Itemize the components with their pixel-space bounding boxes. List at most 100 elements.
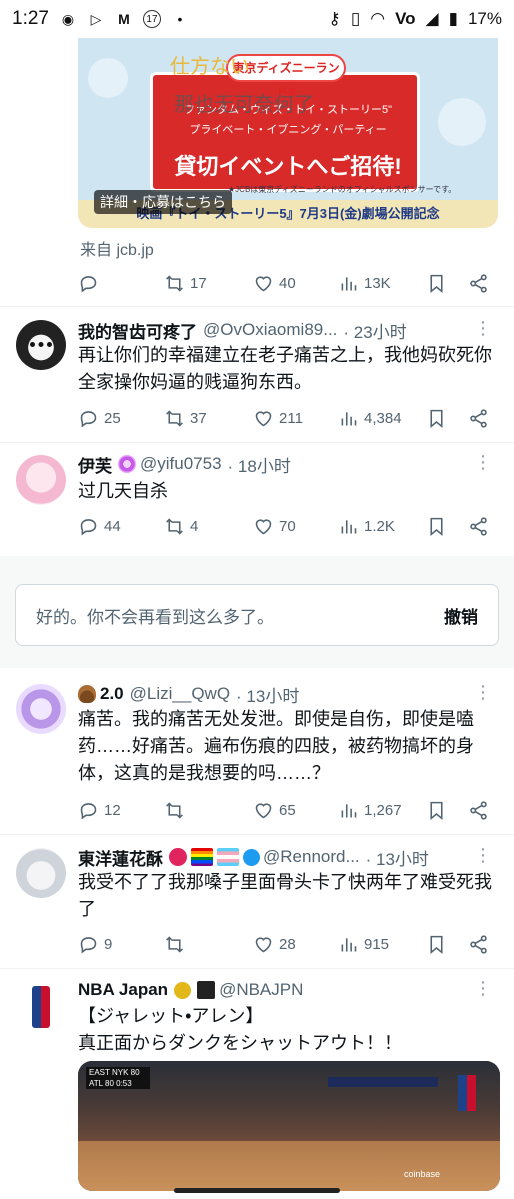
tweet-time[interactable]: · 23小时: [343, 318, 406, 343]
like-button[interactable]: 70: [253, 516, 296, 537]
notice-message: 好的。你不会再看到这么多了。: [36, 607, 274, 627]
share-button[interactable]: [468, 800, 489, 821]
user-handle[interactable]: @yifu0753: [140, 454, 222, 474]
tweet-header: 2.0 @Lizi__QwQ · 13小时 ⋮: [78, 682, 498, 706]
divider: [0, 306, 514, 307]
like-count: 28: [279, 935, 296, 953]
detail-chip[interactable]: 詳細・応募はこちら: [94, 190, 232, 214]
like-button[interactable]: 28: [253, 934, 296, 955]
like-button[interactable]: 40: [253, 273, 296, 294]
more-icon[interactable]: ⋮: [474, 682, 492, 703]
retweet-icon: [166, 517, 183, 535]
retweet-button[interactable]: 17: [164, 273, 207, 294]
tweet-time[interactable]: · 13小时: [366, 845, 429, 870]
views-button[interactable]: 1.2K: [338, 516, 395, 537]
bookmark-icon: [430, 935, 443, 954]
views-button[interactable]: 13K: [338, 273, 391, 294]
views-icon: [341, 519, 357, 533]
gold-verified-badge-icon: [174, 981, 192, 999]
user-handle[interactable]: @Rennord...: [263, 847, 360, 867]
views-icon: [341, 803, 357, 817]
user-handle[interactable]: @NBAJPN: [219, 980, 303, 1000]
views-button[interactable]: 4,384: [338, 408, 402, 429]
heart-icon: [255, 936, 272, 952]
avatar[interactable]: [16, 320, 66, 370]
undo-button[interactable]: 撤销: [444, 603, 478, 628]
share-button[interactable]: [468, 934, 489, 955]
more-icon[interactable]: ⋮: [474, 978, 492, 999]
like-button[interactable]: 65: [253, 800, 296, 821]
share-icon: [470, 408, 487, 428]
hidden-tweet-notice: 好的。你不会再看到这么多了。 撤销: [15, 584, 499, 646]
retweet-button[interactable]: [164, 800, 185, 821]
wifi-icon: ◠: [370, 9, 386, 28]
battery-icon: ▮: [448, 9, 458, 28]
arena-banner: [328, 1077, 438, 1087]
share-button[interactable]: [468, 408, 489, 429]
reply-count: 44: [104, 517, 121, 535]
bookmark-button[interactable]: [426, 408, 447, 429]
bookmark-button[interactable]: [426, 516, 447, 537]
like-button[interactable]: 211: [253, 408, 303, 429]
share-icon: [470, 934, 487, 954]
decoration: [438, 98, 486, 146]
display-name[interactable]: NBA Japan: [78, 980, 168, 1000]
bookmark-button[interactable]: [426, 934, 447, 955]
display-name[interactable]: 我的智齿可疼了: [78, 318, 197, 343]
retweet-icon: [166, 409, 183, 427]
status-dot: •: [177, 11, 183, 27]
tweet-text: 我受不了了我那嗓子里面骨头卡了快两年了难受死我了: [78, 872, 492, 919]
more-icon[interactable]: ⋮: [474, 452, 492, 473]
avatar[interactable]: [16, 684, 66, 734]
bookmark-icon: [430, 409, 443, 428]
bookmark-button[interactable]: [426, 273, 447, 294]
reply-button[interactable]: [78, 273, 104, 294]
tweet-text: 再让你们的幸福建立在老子痛苦之上，我他妈砍死你全家操你妈逼的贱逼狗东西。: [78, 345, 492, 392]
divider: [0, 834, 514, 835]
reply-icon: [80, 802, 97, 820]
reply-button[interactable]: 44: [78, 516, 121, 537]
retweet-button[interactable]: 4: [164, 516, 198, 537]
bookmark-icon: [430, 801, 443, 820]
share-button[interactable]: [468, 273, 489, 294]
avatar[interactable]: [16, 455, 66, 505]
share-button[interactable]: [468, 516, 489, 537]
link-source[interactable]: 来自 jcb.jp: [80, 236, 154, 260]
display-name[interactable]: 伊芙: [78, 452, 112, 477]
tweet-actions: 9 28 915: [78, 929, 498, 959]
display-name[interactable]: 東洋蓮花酥: [78, 845, 163, 870]
more-icon[interactable]: ⋮: [474, 318, 492, 339]
avatar[interactable]: [16, 982, 66, 1032]
reply-button[interactable]: 25: [78, 408, 121, 429]
reply-count: 12: [104, 801, 121, 819]
reply-button[interactable]: 12: [78, 800, 121, 821]
nba-watermark-icon: [458, 1075, 476, 1111]
tweet-actions: 12 65 1,267: [78, 795, 498, 825]
reply-button[interactable]: 9: [78, 934, 112, 955]
views-button[interactable]: 1,267: [338, 800, 402, 821]
reply-icon: [80, 410, 97, 428]
tweet-header: 伊芙 @yifu0753 · 18小时 ⋮: [78, 452, 498, 476]
retweet-button[interactable]: [164, 934, 185, 955]
avatar[interactable]: [16, 848, 66, 898]
share-icon: [470, 516, 487, 536]
signal-icon: ◢: [425, 9, 439, 28]
user-handle[interactable]: @OvOxiaomi89...: [203, 320, 337, 340]
display-name[interactable]: 2.0: [100, 684, 124, 704]
key-icon: ⚷: [328, 9, 341, 28]
bookmark-button[interactable]: [426, 800, 447, 821]
tweet-time[interactable]: · 18小时: [228, 452, 291, 477]
user-handle[interactable]: @Lizi__QwQ: [130, 684, 230, 704]
chestnut-emoji-icon: [78, 685, 96, 703]
retweet-button[interactable]: 37: [164, 408, 207, 429]
verified-badge-icon: [243, 848, 260, 866]
views-button[interactable]: 915: [338, 934, 389, 955]
tweet-time[interactable]: · 13小时: [236, 682, 299, 707]
reply-icon: [80, 275, 97, 293]
promo-image[interactable]: ファンタム・ウィズ・トイ・ストーリー5" プライベート・イブニング・パーティー …: [78, 38, 498, 228]
video-thumbnail[interactable]: EAST NYK 80 ATL 80 0:53 coinbase: [78, 1061, 500, 1191]
home-indicator[interactable]: [174, 1188, 340, 1193]
bookmark-icon: [430, 274, 443, 293]
views-count: 915: [364, 935, 390, 953]
more-icon[interactable]: ⋮: [474, 845, 492, 866]
